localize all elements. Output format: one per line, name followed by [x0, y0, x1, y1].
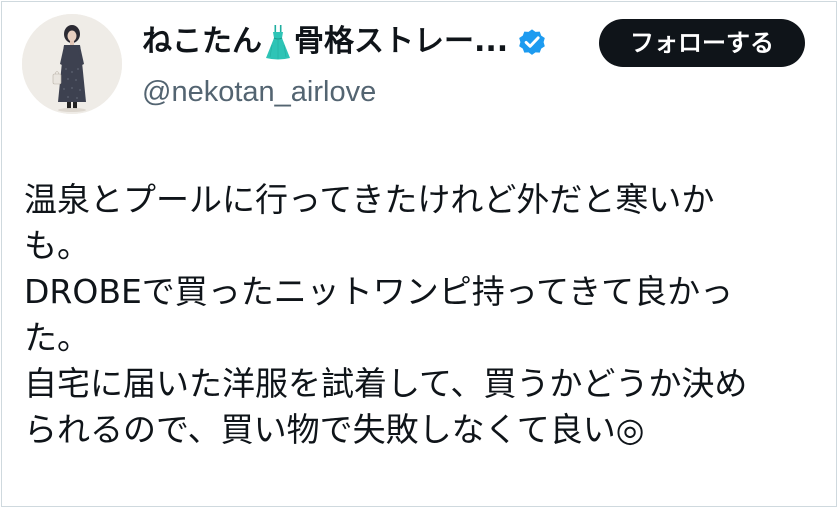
avatar[interactable] [22, 14, 122, 114]
tweet-line: 自宅に届いた洋服を試着して、買うかどうか決め [24, 364, 748, 403]
tweet-line: られるので、買い物で失敗しなくて良い◎ [24, 410, 645, 449]
verified-badge-icon [519, 29, 546, 55]
tweet-header: ねこたん 骨格ストレー... @nekotan_airlove フォローする [2, 2, 836, 122]
dress-icon [266, 25, 290, 60]
tweet-line: DROBEで買ったニットワンピ持ってきて良かっ [24, 272, 734, 311]
author-info: ねこたん 骨格ストレー... @nekotan_airlove [142, 16, 572, 112]
display-name-part2: 骨格ストレー... [294, 24, 509, 59]
tweet-line: も。 [24, 226, 90, 265]
author-handle[interactable]: @nekotan_airlove [142, 72, 572, 112]
avatar-photo [22, 14, 122, 114]
tweet-line: た。 [24, 318, 90, 357]
display-name-part1: ねこたん [142, 24, 262, 59]
tweet-text: 温泉とプールに行ってきたけれど外だと寒いか も。 DROBEで買ったニットワンピ… [24, 177, 824, 453]
tweet-card: ねこたん 骨格ストレー... @nekotan_airlove フォローする 温… [1, 1, 837, 507]
follow-button[interactable]: フォローする [599, 19, 805, 67]
tweet-line: 温泉とプールに行ってきたけれど外だと寒いか [24, 180, 715, 219]
display-name-row[interactable]: ねこたん 骨格ストレー... [142, 16, 572, 68]
